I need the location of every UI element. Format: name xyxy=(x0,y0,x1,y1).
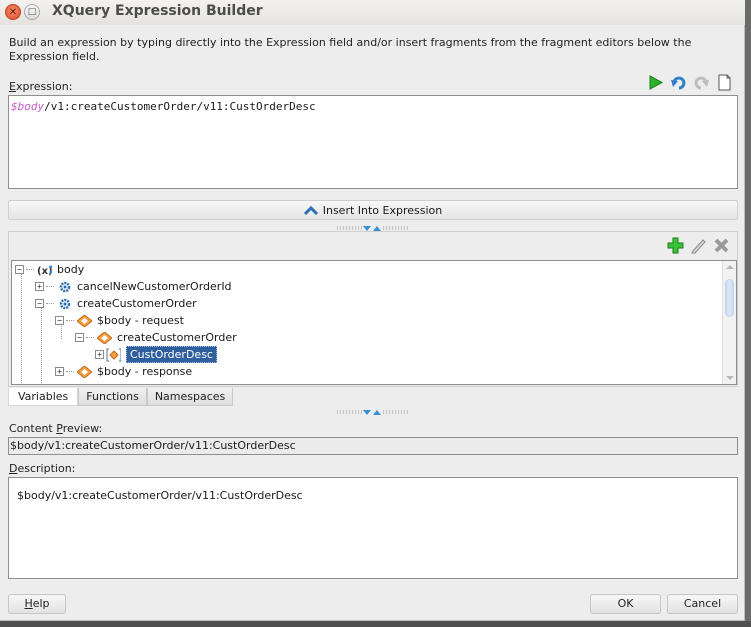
add-icon[interactable] xyxy=(667,237,684,254)
expression-label-text: xpression: xyxy=(15,80,73,93)
variable-icon: (x) xyxy=(37,263,52,277)
variables-tree[interactable]: − (x) body + cancelNewCustomerOrderId − … xyxy=(11,260,737,385)
fragment-editor-panel: − (x) body + cancelNewCustomerOrderId − … xyxy=(8,231,738,387)
help-mnemonic: H xyxy=(24,597,33,610)
element-icon xyxy=(77,365,92,379)
tab-functions[interactable]: Functions xyxy=(78,388,147,406)
tree-node[interactable]: − $body - request xyxy=(55,312,184,329)
content-preview-field: $body/v1:createCustomerOrder/v11:CustOrd… xyxy=(8,437,738,455)
scroll-up-icon[interactable] xyxy=(726,265,734,269)
operation-gear-icon xyxy=(57,280,72,294)
element-icon xyxy=(97,331,112,345)
ok-button[interactable]: OK xyxy=(590,594,661,614)
tree-vertical-scrollbar[interactable] xyxy=(722,261,736,384)
expression-path: /v1:createCustomerOrder/v11:CustOrderDes… xyxy=(44,100,316,113)
splitter-grip xyxy=(382,226,408,230)
element-bracket-icon xyxy=(106,347,121,362)
expand-toggle[interactable]: + xyxy=(95,350,104,359)
splitter-grip xyxy=(336,410,362,414)
dialog-title: XQuery Expression Builder xyxy=(52,3,263,19)
collapse-up-icon[interactable] xyxy=(373,409,381,415)
scroll-down-icon[interactable] xyxy=(726,376,734,380)
cancel-button[interactable]: Cancel xyxy=(667,594,738,614)
fragment-toolbar xyxy=(667,237,730,254)
tab-variables[interactable]: Variables xyxy=(8,388,79,406)
background-desktop xyxy=(0,621,751,627)
tree-node-selected[interactable]: + CustOrderDesc xyxy=(95,346,217,363)
element-icon xyxy=(77,314,92,328)
tab-namespaces[interactable]: Namespaces xyxy=(146,388,234,406)
collapse-toggle[interactable]: − xyxy=(75,333,84,342)
splitter-handle-bottom[interactable] xyxy=(332,408,412,416)
tree-node[interactable]: + $body - response xyxy=(55,363,192,380)
tree-node-label: $body - request xyxy=(97,314,184,327)
content-preview-label-rest: review: xyxy=(62,422,103,435)
content-preview-label-text: Content xyxy=(9,422,57,435)
tree-node-label: createCustomerOrder xyxy=(117,331,237,344)
tree-node-label: createCustomerOrder xyxy=(77,297,197,310)
background-desktop xyxy=(745,0,751,627)
splitter-grip xyxy=(382,410,408,414)
collapse-toggle[interactable]: − xyxy=(55,316,64,325)
xquery-expression-builder-dialog: ✕ □ XQuery Expression Builder Build an e… xyxy=(0,0,745,621)
tree-node-label: cancelNewCustomerOrderId xyxy=(77,280,232,293)
tree-node[interactable]: + cancelNewCustomerOrderId xyxy=(35,278,232,295)
splitter-grip xyxy=(336,226,362,230)
undo-icon[interactable] xyxy=(670,74,687,91)
collapse-toggle[interactable]: − xyxy=(35,299,44,308)
insert-button-label: Insert Into Expression xyxy=(322,203,443,217)
expand-toggle[interactable]: + xyxy=(55,367,64,376)
description-label-text: escription: xyxy=(17,462,76,475)
edit-icon[interactable] xyxy=(690,237,707,254)
tree-node-label: $body - response xyxy=(97,365,193,378)
title-bar: ✕ □ XQuery Expression Builder xyxy=(0,0,745,25)
intro-text: Build an expression by typing directly i… xyxy=(9,36,692,63)
maximize-icon[interactable]: □ xyxy=(24,4,40,20)
expression-input[interactable]: $body/v1:createCustomerOrder/v11:CustOrd… xyxy=(8,95,738,189)
delete-icon[interactable] xyxy=(713,237,730,254)
run-icon[interactable] xyxy=(647,74,664,91)
new-document-icon[interactable] xyxy=(716,74,733,91)
tree-node-label: body xyxy=(57,263,85,276)
collapse-down-icon[interactable] xyxy=(363,225,371,231)
collapse-up-icon[interactable] xyxy=(373,225,381,231)
tree-node-label: CustOrderDesc xyxy=(126,346,217,363)
chevron-up-icon xyxy=(303,205,318,215)
expression-label-mnemonic: E xyxy=(9,80,16,93)
close-icon[interactable]: ✕ xyxy=(5,4,21,20)
fragment-tabs: Variables Functions Namespaces xyxy=(8,388,234,406)
description-field[interactable]: $body/v1:createCustomerOrder/v11:CustOrd… xyxy=(8,477,738,579)
operation-gear-icon xyxy=(57,297,72,311)
tree-node[interactable]: − createCustomerOrder xyxy=(75,329,237,346)
scrollbar-thumb[interactable] xyxy=(725,279,734,317)
expression-variable: $body xyxy=(11,100,45,113)
tree-node[interactable]: − createCustomerOrder xyxy=(35,295,197,312)
collapse-down-icon[interactable] xyxy=(363,409,371,415)
expand-toggle[interactable]: + xyxy=(35,282,44,291)
expression-label: Expression: xyxy=(9,80,72,93)
redo-icon[interactable] xyxy=(693,74,710,91)
help-label: elp xyxy=(32,597,50,610)
help-button[interactable]: Help xyxy=(8,594,66,614)
collapse-toggle[interactable]: − xyxy=(15,265,24,274)
description-label: Description: xyxy=(9,462,75,475)
content-preview-label: Content Preview: xyxy=(9,422,102,435)
insert-into-expression-button[interactable]: Insert Into Expression xyxy=(8,200,738,220)
expression-toolbar xyxy=(647,73,733,91)
tree-node[interactable]: − (x) body xyxy=(15,261,84,278)
